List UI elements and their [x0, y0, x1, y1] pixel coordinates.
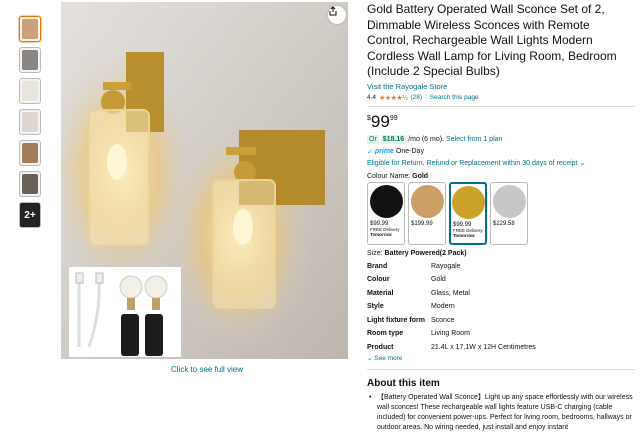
thumbnail-strip: 2+	[19, 16, 41, 233]
spec-table: Brand Rayogale Colour Gold Material Glass, Me…	[367, 263, 536, 358]
spec-row: Colour Gold	[367, 276, 536, 290]
colour-swatch-1[interactable]: $99.99 FREE Delivery Tomorrow	[367, 181, 405, 245]
thumbnail-2[interactable]	[19, 47, 41, 73]
swatch-image	[451, 184, 485, 221]
return-eligibility-link[interactable]: Eligible for Return, Refund or Replaceme…	[367, 159, 635, 167]
swatch-delivery-day: Tomorrow	[453, 232, 475, 238]
star-rating-icon[interactable]: ★★★★½	[379, 94, 408, 102]
swatch-delivery: FREE Delivery	[453, 227, 483, 233]
price: $ 99 99	[367, 111, 635, 131]
select-plan-link[interactable]: Select from 1 plan	[446, 136, 502, 143]
product-photo	[61, 2, 348, 359]
spec-key: Light fixture form	[367, 316, 425, 324]
spec-value: Rayogale	[431, 262, 461, 270]
colour-swatches: $99.99 FREE Delivery Tomorrow $199.99 $99.99…	[367, 181, 635, 245]
thumbnail-1[interactable]	[19, 16, 41, 42]
price-whole: 99	[370, 111, 390, 131]
thumbnail-image	[22, 143, 38, 163]
spec-key: Room type	[367, 330, 404, 337]
share-icon[interactable]	[328, 6, 346, 24]
size-value: Battery Powered(2 Pack)	[384, 249, 467, 257]
colour-label-text: Colour Name:	[367, 172, 411, 180]
swatch-colour	[369, 184, 403, 218]
thumbnail-6[interactable]	[19, 171, 41, 197]
spec-value: Living Room	[431, 330, 470, 337]
see-full-view-link[interactable]: Click to see full view	[171, 365, 243, 374]
colour-swatch-4[interactable]: $229.58	[490, 181, 528, 245]
thumbnail-image	[22, 174, 38, 194]
size-label-text: Size:	[367, 249, 383, 257]
swatch-price: $199.99	[411, 220, 433, 227]
spec-value: Modern	[431, 303, 455, 310]
prime-logo: prime	[374, 148, 394, 155]
monthly-amount: $18.16	[380, 134, 407, 144]
colour-label: Colour Name: Gold	[367, 173, 635, 180]
swatch-price: $99.99	[370, 220, 389, 227]
spec-value: Glass, Metal	[431, 289, 470, 297]
colour-swatch-2[interactable]: $199.99	[408, 181, 446, 245]
swatch-image	[409, 183, 445, 220]
divider	[367, 369, 635, 370]
search-page-link[interactable]: Search this page	[430, 94, 479, 101]
main-product-image[interactable]	[61, 2, 348, 359]
product-title: Gold Battery Operated Wall Sconce Set of…	[367, 2, 617, 78]
prime-delivery: ✓ prime One-Day	[367, 148, 635, 156]
swatch-price: $99.99	[453, 221, 472, 228]
prime-text: One-Day	[395, 148, 424, 155]
monthly-or: Or	[367, 134, 379, 144]
swatch-image	[491, 183, 527, 220]
review-count-link[interactable]: (28)	[411, 94, 423, 101]
see-more-link[interactable]: ⌄ See more	[367, 354, 635, 362]
separator: |	[425, 94, 427, 101]
product-info: Gold Battery Operated Wall Sconce Set of…	[367, 0, 635, 433]
spec-value: Gold	[431, 276, 446, 283]
swatch-colour	[492, 184, 526, 218]
rating-value: 4.4	[367, 94, 377, 101]
thumbnail-image	[22, 19, 38, 39]
spec-key: Style	[367, 303, 384, 310]
thumbnail-image	[22, 50, 38, 70]
spec-key: Material	[367, 289, 394, 297]
thumbnail-3[interactable]	[19, 78, 41, 104]
thumbnail-image	[22, 81, 38, 101]
price-fraction: 99	[389, 114, 398, 122]
colour-swatch-3[interactable]: $99.99 FREE Delivery Tomorrow	[449, 181, 487, 245]
about-bullet: 【Battery Operated Wall Sconce】Light up a…	[367, 393, 635, 433]
thumbnail-more[interactable]: 2+	[19, 202, 41, 228]
swatch-colour	[410, 184, 444, 218]
monthly-text: /mo (6 mo).	[408, 135, 444, 143]
swatch-delivery: FREE Delivery	[370, 226, 400, 232]
thumbnail-5[interactable]	[19, 140, 41, 166]
spec-row: Material Glass, Metal	[367, 290, 536, 304]
spec-row: Style Modern	[367, 303, 536, 317]
monthly-payment: Or $18.16 /mo (6 mo). Select from 1 plan	[367, 134, 635, 144]
spec-row: Brand Rayogale	[367, 263, 536, 277]
size-label: Size: Battery Powered(2 Pack)	[367, 250, 635, 257]
colour-value: Gold	[412, 172, 429, 180]
store-link[interactable]: Visit the Rayogale Store	[367, 82, 635, 91]
thumbnail-4[interactable]	[19, 109, 41, 135]
divider	[367, 105, 635, 107]
thumbnail-image	[22, 112, 38, 132]
spec-key: Colour	[367, 276, 390, 283]
swatch-delivery-day: Tomorrow	[370, 231, 392, 237]
spec-row: Light fixture form Sconce	[367, 317, 536, 331]
spec-row: Room type Living Room	[367, 330, 536, 344]
spec-key: Brand	[367, 262, 388, 270]
rating-row: 4.4 ★★★★½ (28) | Search this page	[367, 94, 635, 102]
swatch-image	[368, 183, 404, 220]
spec-value: Sconce	[431, 316, 455, 324]
swatch-price: $229.58	[493, 220, 515, 227]
prime-check-icon: ✓	[367, 148, 373, 156]
about-heading: About this item	[367, 378, 440, 389]
swatch-colour	[451, 185, 485, 219]
